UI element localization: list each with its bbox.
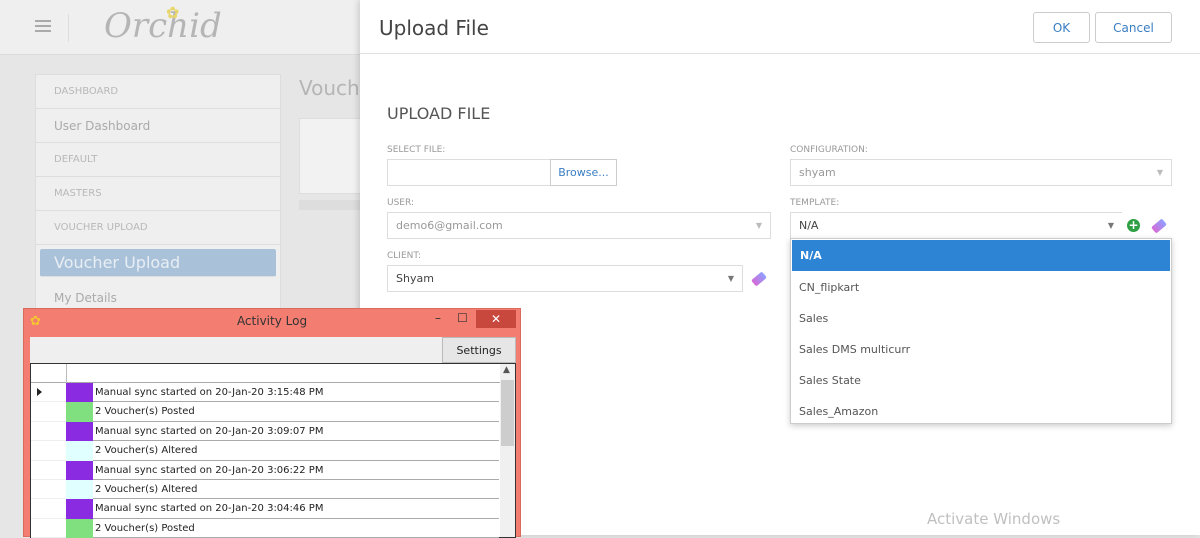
log-text: 2 Voucher(s) Posted (93, 402, 499, 422)
sidebar-item[interactable]: DEFAULT (36, 143, 280, 177)
modal-header: Upload File OK Cancel (360, 0, 1200, 54)
add-template-icon[interactable]: + (1127, 219, 1140, 232)
template-label: TEMPLATE: (790, 198, 840, 208)
browse-button[interactable]: Browse... (550, 159, 617, 186)
status-color-swatch (66, 383, 93, 403)
log-grid: Manual sync started on 20-Jan-20 3:15:48… (30, 363, 516, 538)
row-header[interactable] (31, 461, 66, 480)
template-dropdown: N/A CN_flipkart Sales Sales DMS multicurr Sa… (790, 238, 1172, 424)
row-header[interactable] (31, 402, 66, 422)
log-row[interactable]: 2 Voucher(s) Posted (31, 402, 515, 422)
row-header[interactable] (31, 480, 66, 500)
chevron-down-icon: ▼ (1156, 168, 1163, 177)
minimize-icon[interactable]: – (435, 311, 441, 325)
log-row[interactable]: Manual sync started on 20-Jan-20 3:06:22… (31, 460, 515, 480)
row-header[interactable] (31, 383, 66, 403)
log-row[interactable]: 2 Voucher(s) Altered (31, 479, 515, 500)
sidebar-item[interactable]: MASTERS (36, 177, 280, 211)
template-option[interactable]: Sales State (791, 365, 1171, 396)
scroll-up-icon[interactable]: ▲ (503, 365, 510, 375)
cancel-button[interactable]: Cancel (1095, 12, 1172, 43)
configuration-select[interactable]: shyam ▼ (790, 159, 1172, 186)
sidebar-item[interactable]: User Dashboard (36, 109, 280, 143)
section-title: UPLOAD FILE (387, 104, 491, 123)
ok-button[interactable]: OK (1033, 12, 1090, 43)
status-color-swatch (66, 499, 93, 519)
log-text: 2 Voucher(s) Posted (93, 519, 499, 538)
hamburger-menu-icon[interactable] (35, 20, 51, 32)
file-path-input[interactable] (387, 159, 551, 186)
user-value: demo6@gmail.com (396, 219, 503, 232)
eraser-icon[interactable] (751, 271, 767, 287)
scroll-thumb[interactable] (501, 380, 514, 446)
logo: Orchid (104, 6, 222, 46)
background-table (299, 118, 361, 194)
log-row[interactable]: 2 Voucher(s) Altered (31, 441, 515, 461)
status-color-swatch (66, 518, 93, 538)
eraser-icon[interactable] (1151, 218, 1167, 234)
page-title: Vouch (299, 76, 360, 100)
template-select[interactable]: N/A ▼ (790, 212, 1122, 239)
status-color-swatch (66, 402, 93, 422)
client-value: Shyam (396, 272, 434, 285)
log-text: Manual sync started on 20-Jan-20 3:06:22… (93, 461, 499, 480)
row-header[interactable] (31, 422, 66, 442)
row-header[interactable] (31, 441, 66, 461)
sidebar-item[interactable]: Voucher Upload (40, 249, 276, 277)
activity-log-window: ✿ Activity Log – ☐ ✕ Settings Manual syn… (23, 308, 521, 538)
maximize-icon[interactable]: ☐ (457, 311, 468, 325)
status-color-swatch (66, 441, 93, 461)
log-row[interactable]: Manual sync started on 20-Jan-20 3:09:07… (31, 421, 515, 442)
client-label: CLIENT: (387, 251, 421, 261)
current-row-arrow-icon (37, 388, 42, 396)
sidebar: DASHBOARD User Dashboard DEFAULT MASTERS VOU… (35, 74, 281, 315)
client-select[interactable]: Shyam ▼ (387, 265, 743, 292)
template-value: N/A (799, 219, 819, 232)
modal-title: Upload File (379, 16, 489, 40)
sidebar-item[interactable]: VOUCHER UPLOAD (36, 211, 280, 245)
user-select[interactable]: demo6@gmail.com ▼ (387, 212, 771, 239)
chevron-down-icon: ▼ (727, 274, 734, 283)
toolbar: Settings (30, 337, 516, 363)
log-text: Manual sync started on 20-Jan-20 3:15:48… (93, 383, 499, 403)
sidebar-item[interactable]: DASHBOARD (36, 75, 280, 109)
status-color-swatch (66, 479, 93, 500)
chevron-down-icon: ▼ (1107, 221, 1114, 230)
configuration-value: shyam (799, 166, 836, 179)
select-file-label: SELECT FILE: (387, 145, 446, 155)
background-scrollbar[interactable] (299, 200, 361, 210)
grid-header (31, 364, 515, 383)
log-text: 2 Voucher(s) Altered (93, 441, 499, 461)
user-label: USER: (387, 198, 414, 208)
template-option[interactable]: Sales (791, 303, 1171, 334)
log-text: Manual sync started on 20-Jan-20 3:04:46… (93, 499, 499, 519)
configuration-label: CONFIGURATION: (790, 145, 868, 155)
window-title: Activity Log (236, 314, 308, 328)
log-row[interactable]: Manual sync started on 20-Jan-20 3:15:48… (31, 383, 515, 403)
row-header[interactable] (31, 499, 66, 519)
log-row[interactable]: Manual sync started on 20-Jan-20 3:04:46… (31, 499, 515, 519)
template-option[interactable]: CN_flipkart (791, 272, 1171, 303)
flower-icon: ✿ (166, 3, 180, 22)
status-color-swatch (66, 460, 93, 480)
log-text: 2 Voucher(s) Altered (93, 480, 499, 500)
status-color-swatch (66, 421, 93, 442)
row-header[interactable] (31, 519, 66, 538)
settings-button[interactable]: Settings (442, 337, 516, 363)
vertical-scrollbar[interactable]: ▲ (500, 364, 515, 537)
log-row[interactable]: 2 Voucher(s) Posted (31, 518, 515, 538)
template-option[interactable]: Sales DMS multicurr (791, 334, 1171, 365)
divider (68, 14, 69, 42)
chevron-down-icon: ▼ (755, 221, 762, 230)
log-text: Manual sync started on 20-Jan-20 3:09:07… (93, 422, 499, 442)
activate-windows-watermark: Activate Windows (927, 510, 1061, 528)
close-icon[interactable]: ✕ (476, 310, 516, 328)
template-option[interactable]: Sales_Amazon (791, 396, 1171, 427)
template-option[interactable]: N/A (792, 240, 1170, 271)
